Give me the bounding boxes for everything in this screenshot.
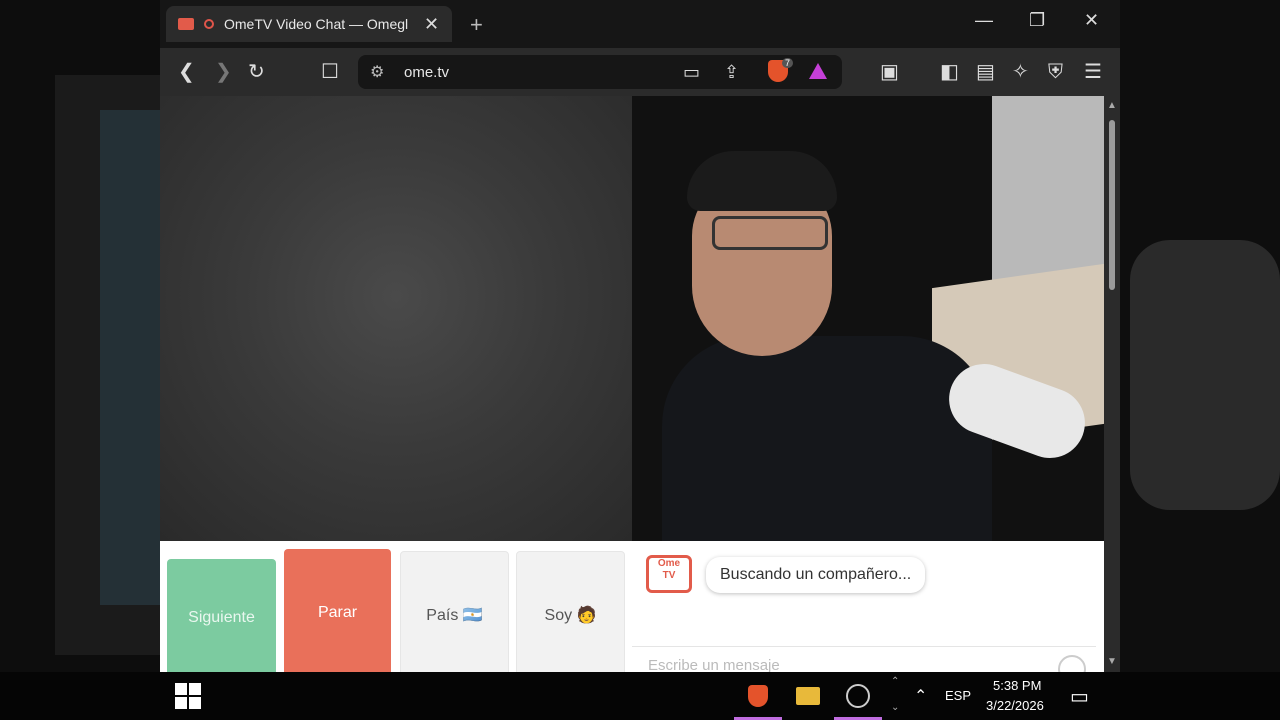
wallet-icon[interactable]: ▤ <box>976 60 995 84</box>
video-person-hair <box>687 151 837 211</box>
page-content: Siguiente Parar País 🇦🇷 Soy 🧑 Ome TV Busc… <box>160 96 1104 672</box>
windows-start-icon[interactable] <box>175 683 201 709</box>
page-scrollbar[interactable]: ▲ ▼ <box>1104 96 1120 672</box>
browser-window: OmeTV Video Chat — Omegl ✕ + — ❐ ✕ ❮ ❯ ↻… <box>160 0 1120 672</box>
restore-button[interactable]: ❐ <box>1029 10 1045 31</box>
title-bar: OmeTV Video Chat — Omegl ✕ + — ❐ ✕ <box>160 0 1120 48</box>
url-text: ome.tv <box>404 64 450 81</box>
message-input[interactable]: Escribe un mensaje <box>632 646 1096 672</box>
reload-icon[interactable]: ↻ <box>248 60 265 84</box>
shields-count-badge: 7 <box>782 58 794 68</box>
taskbar: ⌃ ⌄ ⌃ ESP 5:38 PM 3/22/2026 ▭ <box>0 672 1280 720</box>
next-button[interactable]: Siguiente <box>167 559 276 672</box>
brave-rewards-icon[interactable] <box>809 63 827 79</box>
country-button[interactable]: País 🇦🇷 <box>400 551 509 672</box>
scroll-up-icon[interactable]: ▲ <box>1107 100 1117 111</box>
video-wall <box>992 96 1104 286</box>
self-video <box>632 96 1104 541</box>
scroll-thumb[interactable] <box>1109 120 1115 290</box>
gender-label: Soy 🧑 <box>544 607 597 624</box>
back-icon[interactable]: ❮ <box>178 60 195 84</box>
sidebar-icon[interactable]: ◧ <box>940 60 959 84</box>
emoji-icon[interactable] <box>1058 655 1086 672</box>
screenshot-icon[interactable]: ▣ <box>880 60 899 84</box>
recording-icon <box>204 19 214 29</box>
bookmark-icon[interactable]: ☐ <box>321 60 339 84</box>
menu-icon[interactable]: ☰ <box>1084 60 1102 84</box>
address-bar[interactable]: ⚙ ome.tv ▭ ⇪ 7 <box>358 55 842 89</box>
forward-icon[interactable]: ❯ <box>215 60 232 84</box>
country-label: País 🇦🇷 <box>426 607 483 624</box>
notifications-icon[interactable]: ▭ <box>1070 684 1089 709</box>
message-placeholder: Escribe un mensaje <box>648 657 780 672</box>
tab-title: OmeTV Video Chat — Omegl <box>224 16 409 32</box>
video-person-body <box>662 336 992 541</box>
stop-label: Parar <box>317 604 358 621</box>
browser-toolbar: ❮ ❯ ↻ ☐ ⚙ ome.tv ▭ ⇪ 7 ▣ ◧ ▤ ✧ ⛨ ☰ <box>160 48 1120 96</box>
stranger-video <box>160 96 632 541</box>
gender-button[interactable]: Soy 🧑 <box>516 551 625 672</box>
chat-panel: Ome TV Buscando un compañero... Escribe u… <box>632 541 1104 672</box>
share-icon[interactable]: ⇪ <box>724 60 739 84</box>
leo-ai-icon[interactable]: ✧ <box>1012 60 1029 84</box>
ometv-favicon-icon <box>178 18 194 30</box>
cast-icon[interactable]: ▭ <box>683 60 700 84</box>
desktop-background-left <box>0 0 160 672</box>
input-language[interactable]: ESP <box>945 688 971 703</box>
minimize-button[interactable]: — <box>975 10 993 31</box>
close-tab-icon[interactable]: ✕ <box>424 14 439 35</box>
next-label: Siguiente <box>188 609 255 626</box>
site-settings-icon[interactable]: ⚙ <box>370 62 384 82</box>
stop-button[interactable]: Parar <box>284 549 391 672</box>
taskbar-scroll-down-icon[interactable]: ⌄ <box>891 702 899 713</box>
status-message: Buscando un compañero... <box>706 557 926 593</box>
ometv-logo: Ome TV <box>646 555 692 593</box>
vpn-icon[interactable]: ⛨ <box>1048 60 1063 84</box>
taskbar-scroll-up-icon[interactable]: ⌃ <box>891 676 899 687</box>
background-window <box>100 110 160 605</box>
new-tab-icon[interactable]: + <box>470 12 483 38</box>
scroll-down-icon[interactable]: ▼ <box>1107 656 1117 667</box>
tab-ometv[interactable]: OmeTV Video Chat — Omegl ✕ <box>166 6 452 42</box>
logo-top: Ome <box>657 558 681 569</box>
hidden-icons-icon[interactable]: ⌃ <box>914 686 927 706</box>
clock-date[interactable]: 3/22/2026 <box>986 698 1044 713</box>
obs-icon[interactable] <box>834 672 882 720</box>
file-explorer-icon[interactable] <box>784 672 832 720</box>
brave-taskbar-icon[interactable] <box>734 672 782 720</box>
close-window-button[interactable]: ✕ <box>1084 10 1099 31</box>
desktop-background-right <box>1120 0 1280 672</box>
logo-bottom: TV <box>662 570 676 581</box>
video-person-glasses <box>712 216 828 250</box>
clock-time[interactable]: 5:38 PM <box>993 678 1041 693</box>
background-logo <box>1130 240 1280 510</box>
